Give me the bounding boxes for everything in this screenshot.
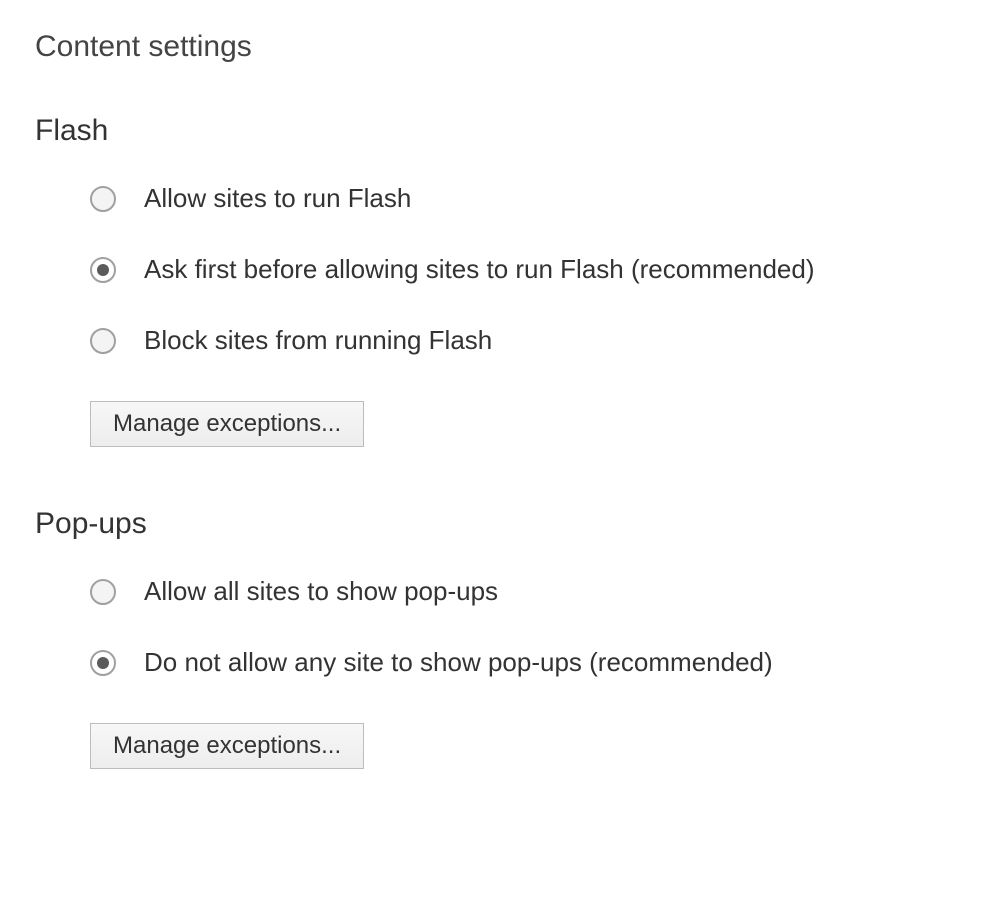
radio-label: Do not allow any site to show pop-ups (r… — [144, 647, 773, 678]
manage-exceptions-flash-button[interactable]: Manage exceptions... — [90, 401, 364, 447]
radio-label: Allow sites to run Flash — [144, 183, 411, 214]
radio-label: Block sites from running Flash — [144, 325, 492, 356]
popups-options-group: Allow all sites to show pop-ups Do not a… — [35, 576, 965, 769]
page-title: Content settings — [35, 30, 965, 64]
section-heading-popups: Pop-ups — [35, 507, 965, 541]
flash-options-group: Allow sites to run Flash Ask first befor… — [35, 183, 965, 447]
radio-popups-allow[interactable]: Allow all sites to show pop-ups — [90, 576, 965, 607]
radio-label: Ask first before allowing sites to run F… — [144, 254, 815, 285]
radio-label: Allow all sites to show pop-ups — [144, 576, 498, 607]
manage-exceptions-popups-button[interactable]: Manage exceptions... — [90, 723, 364, 769]
radio-flash-block[interactable]: Block sites from running Flash — [90, 325, 965, 356]
radio-flash-allow[interactable]: Allow sites to run Flash — [90, 183, 965, 214]
radio-icon — [90, 328, 116, 354]
radio-icon — [90, 650, 116, 676]
radio-icon — [90, 186, 116, 212]
radio-popups-block[interactable]: Do not allow any site to show pop-ups (r… — [90, 647, 965, 678]
section-heading-flash: Flash — [35, 114, 965, 148]
radio-icon — [90, 579, 116, 605]
radio-icon — [90, 257, 116, 283]
radio-flash-ask[interactable]: Ask first before allowing sites to run F… — [90, 254, 965, 285]
